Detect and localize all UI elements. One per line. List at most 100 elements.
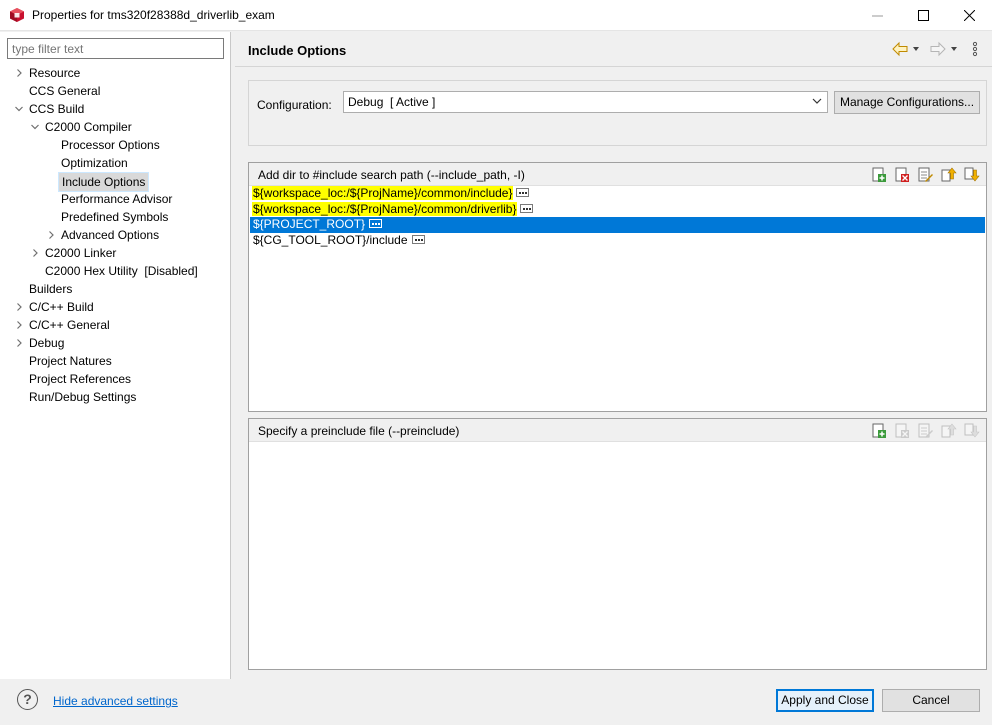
property-page: Include Options Configuration: Debug [ A… [235,32,992,679]
properties-navigation: Resource CCS General CCS Build C2000 Compil… [0,32,231,679]
tree-item[interactable]: Run/Debug Settings [0,388,230,406]
configuration-group: Configuration: Debug [ Active ] Manage C… [248,80,987,146]
property-tree: Resource CCS General CCS Build C2000 Compil… [0,64,230,406]
tree-item[interactable]: Performance Advisor [0,190,230,208]
tree-item[interactable]: C/C++ General [0,316,230,334]
tree-item[interactable]: Processor Options [0,136,230,154]
tree-item[interactable]: Resource [0,64,230,82]
tree-item-label: C2000 Compiler [45,120,132,134]
tree-item-label: Debug [29,336,65,350]
add-icon[interactable] [870,166,888,183]
tree-item[interactable]: C2000 Linker [0,244,230,262]
tree-item-label: C/C++ Build [29,300,94,314]
edit-icon[interactable] [916,422,934,439]
include-path-text: ${CG_TOOL_ROOT}/include [253,232,408,247]
hide-advanced-settings-link[interactable]: Hide advanced settings [53,694,178,708]
tree-item[interactable]: Predefined Symbols [0,208,230,226]
tree-item[interactable]: Debug [0,334,230,352]
forward-arrow-icon[interactable] [929,40,961,58]
cancel-button[interactable]: Cancel [882,689,980,712]
include-path-text: ${workspace_loc:/${ProjName}/common/incl… [252,186,514,200]
more-icon[interactable] [411,234,425,244]
tree-item[interactable]: C2000 Compiler [0,118,230,136]
chevron-right-icon[interactable] [13,298,25,316]
maximize-icon [917,9,929,21]
tree-item-label: Performance Advisor [61,192,173,206]
tree-item[interactable]: Project References [0,370,230,388]
add-icon[interactable] [870,422,888,439]
tree-item-label: Builders [29,282,73,296]
close-button[interactable] [946,0,992,30]
move-up-icon[interactable] [939,422,957,439]
preinclude-list: Specify a preinclude file (--preinclude) [248,418,987,670]
dialog-footer: ? Hide advanced settings Apply and Close… [0,679,992,725]
more-icon[interactable] [520,203,534,213]
delete-icon[interactable] [893,422,911,439]
minimize-icon [871,15,883,16]
list-item[interactable]: ${PROJECT_ROOT} [250,217,985,233]
tree-item-label: CCS General [29,84,101,98]
tree-item[interactable]: Project Natures [0,352,230,370]
tree-item-label: Run/Debug Settings [29,390,137,404]
tree-item[interactable]: CCS Build [0,100,230,118]
minimize-button[interactable] [854,0,900,30]
move-down-icon[interactable] [962,422,980,439]
back-arrow-icon[interactable] [891,40,923,58]
tree-item-label: Predefined Symbols [61,210,169,224]
move-up-icon[interactable] [939,166,957,183]
maximize-button[interactable] [900,0,946,30]
delete-icon[interactable] [893,166,911,183]
tree-item[interactable]: Optimization [0,154,230,172]
tree-item[interactable]: C/C++ Build [0,298,230,316]
tree-item[interactable]: Builders [0,280,230,298]
list-item[interactable]: ${CG_TOOL_ROOT}/include [250,233,985,249]
chevron-right-icon[interactable] [45,226,57,244]
include-path-toolbar [870,166,980,183]
tree-item[interactable]: C2000 Hex Utility [Disabled] [0,262,230,280]
include-path-text: ${PROJECT_ROOT} [253,217,366,231]
chevron-down-icon [812,95,822,110]
more-icon[interactable] [369,219,383,229]
tree-item-label: Project Natures [29,354,112,368]
move-down-icon[interactable] [962,166,980,183]
manage-configurations-button[interactable]: Manage Configurations... [834,91,980,114]
title-bar: Properties for tms320f28388d_driverlib_e… [0,0,992,31]
include-path-list: Add dir to #include search path (--inclu… [248,162,987,412]
tree-item[interactable]: CCS General [0,82,230,100]
close-icon [963,9,975,21]
configuration-label: Configuration: [257,98,332,112]
chevron-right-icon[interactable] [13,334,25,352]
ccs-cube-icon [10,8,24,22]
tree-item-label: Advanced Options [61,228,160,242]
chevron-right-icon[interactable] [13,316,25,334]
tree-item[interactable]: Advanced Options [0,226,230,244]
apply-and-close-button[interactable]: Apply and Close [776,689,874,712]
chevron-right-icon[interactable] [29,244,41,262]
chevron-right-icon[interactable] [13,64,25,82]
include-path-items: ${workspace_loc:/${ProjName}/common/incl… [250,186,985,248]
tree-item-label: CCS Build [29,102,85,116]
tree-item-label: C/C++ General [29,318,110,332]
preinclude-title: Specify a preinclude file (--preinclude) [258,424,460,438]
view-menu-icon[interactable] [970,40,980,58]
include-path-header: Add dir to #include search path (--inclu… [249,163,986,186]
more-icon[interactable] [516,188,530,198]
tree-item-label: C2000 Hex Utility [Disabled] [45,264,198,278]
tree-item[interactable]: Include Options [0,172,230,192]
tree-item-label: Project References [29,372,132,386]
page-title: Include Options [248,43,347,58]
tree-item-label: Include Options [58,172,150,192]
tree-item-label: Optimization [61,156,128,170]
help-icon[interactable]: ? [17,689,38,710]
filter-input[interactable] [7,38,224,59]
include-path-text: ${workspace_loc:/${ProjName}/common/driv… [252,201,518,216]
chevron-down-icon[interactable] [29,118,41,136]
tree-item-label: C2000 Linker [45,246,117,260]
edit-icon[interactable] [916,166,934,183]
configuration-dropdown[interactable]: Debug [ Active ] [343,91,828,113]
list-item[interactable]: ${workspace_loc:/${ProjName}/common/driv… [250,201,985,218]
list-item[interactable]: ${workspace_loc:/${ProjName}/common/incl… [250,186,985,202]
chevron-down-icon[interactable] [13,100,25,118]
configuration-value: Debug [ Active ] [348,95,436,109]
header-separator [235,66,992,67]
